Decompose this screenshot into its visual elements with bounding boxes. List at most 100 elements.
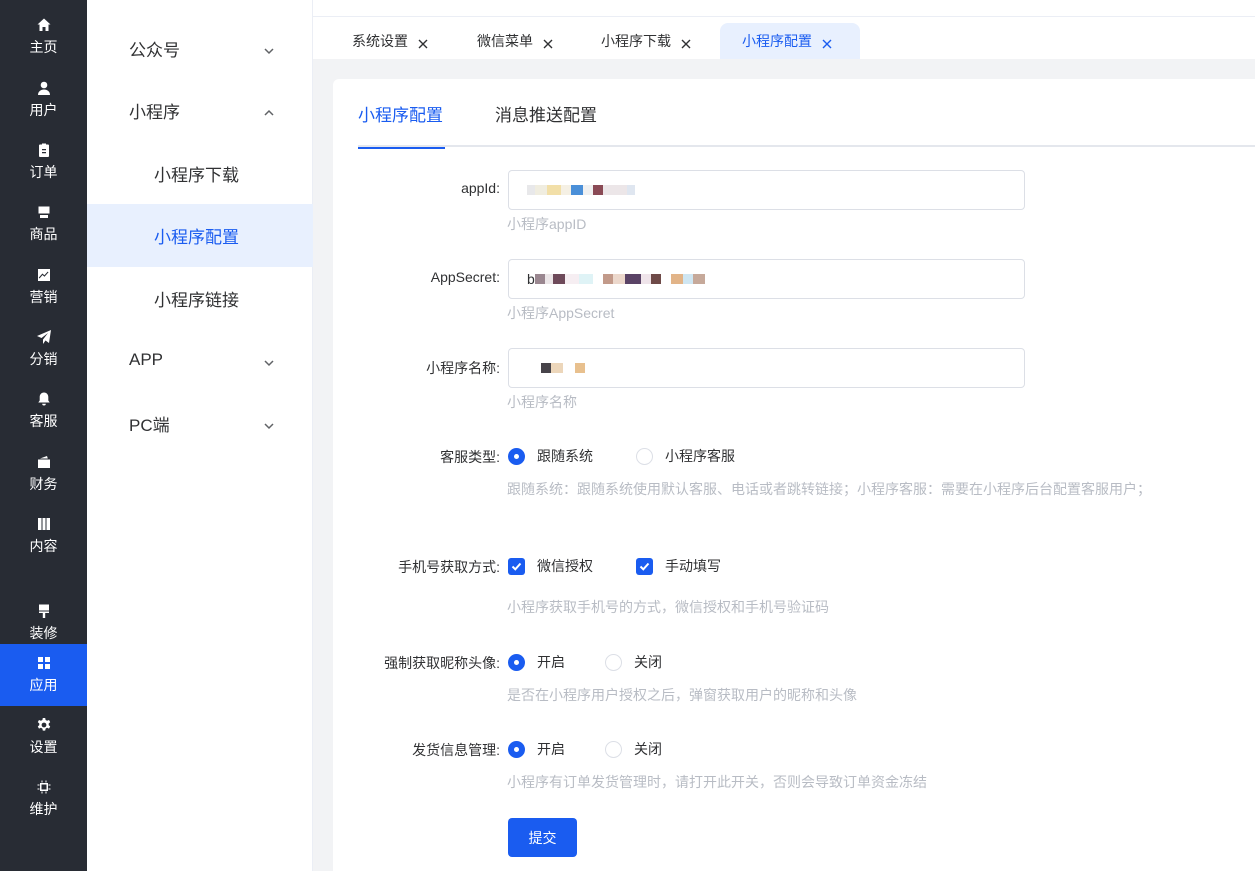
radio-unchecked — [605, 740, 622, 758]
config-tabs: 小程序配置 消息推送配置 — [358, 79, 1255, 149]
wallet-icon — [36, 454, 52, 470]
tab-label: 系统设置 — [352, 33, 408, 49]
tab-label: 微信菜单 — [477, 33, 533, 49]
rail-item-label: 内容 — [29, 538, 58, 554]
masked-value — [527, 185, 635, 195]
rail-item-label: 装修 — [29, 625, 58, 641]
goods-icon — [36, 204, 52, 220]
close-icon[interactable] — [681, 36, 691, 49]
page-tabs-bar: 系统设置 微信菜单 小程序下载 小程序配置 — [313, 17, 1255, 59]
radio-unchecked — [636, 447, 653, 465]
radio-checked — [508, 653, 525, 671]
tab-message-push-config[interactable]: 消息推送配置 — [495, 101, 597, 147]
rail-item-apps[interactable]: 应用 — [0, 644, 87, 706]
submenu-group-miniprogram[interactable]: 小程序 — [87, 79, 313, 141]
submenu-item-label: 小程序下载 — [154, 166, 239, 185]
radio-shipping-off[interactable]: 关闭 — [605, 739, 662, 759]
tab-miniprogram-download[interactable]: 小程序下载 — [579, 23, 705, 59]
tab-label: 小程序配置 — [742, 33, 812, 49]
appid-hint: 小程序appID — [507, 216, 587, 232]
rail-item-settings[interactable]: 设置 — [0, 706, 87, 768]
radio-follow-system[interactable]: 跟随系统 — [508, 446, 593, 466]
rail-item-label: 分销 — [29, 351, 58, 367]
rail-item-home[interactable]: 主页 — [0, 6, 87, 68]
force-avatar-label: 强制获取昵称头像: — [384, 655, 500, 671]
rail-item-label: 用户 — [29, 102, 58, 118]
rail-item-label: 财务 — [29, 476, 58, 492]
name-label: 小程序名称: — [426, 360, 500, 376]
radio-shipping-on[interactable]: 开启 — [508, 739, 565, 759]
submenu-item-label: 小程序配置 — [154, 228, 239, 247]
radio-force-avatar-on[interactable]: 开启 — [508, 652, 565, 672]
checkbox-manual-entry[interactable]: 手动填写 — [636, 556, 721, 576]
rail-item-content[interactable]: 内容 — [0, 505, 87, 567]
brush-icon — [36, 603, 52, 619]
checkbox-wechat-auth[interactable]: 微信授权 — [508, 556, 593, 576]
user-icon — [36, 80, 52, 96]
chevron-down-icon — [263, 354, 275, 367]
submenu-item-config[interactable]: 小程序配置 — [87, 204, 313, 267]
submit-button[interactable]: 提交 — [508, 818, 577, 857]
radio-miniprogram-service[interactable]: 小程序客服 — [636, 446, 735, 466]
grid-icon — [36, 655, 52, 671]
force-avatar-hint: 是否在小程序用户授权之后，弹窗获取用户的昵称和头像 — [507, 687, 857, 703]
close-icon[interactable] — [418, 36, 428, 49]
option-label: 微信授权 — [537, 558, 593, 574]
option-label: 开启 — [537, 741, 565, 757]
rail-item-finance[interactable]: 财务 — [0, 443, 87, 505]
rail-item-label: 商品 — [29, 226, 58, 242]
rail-item-goods[interactable]: 商品 — [0, 193, 87, 255]
submenu-group-official-account[interactable]: 公众号 — [87, 17, 313, 79]
checkbox-checked — [636, 557, 653, 575]
appsecret-label: AppSecret: — [430, 269, 500, 285]
masked-value — [541, 363, 585, 373]
rail-item-marketing[interactable]: 营销 — [0, 256, 87, 318]
rail-item-label: 维护 — [29, 801, 58, 817]
appsecret-hint: 小程序AppSecret — [507, 305, 615, 321]
radio-force-avatar-off[interactable]: 关闭 — [605, 652, 662, 672]
config-card: 小程序配置 消息推送配置 appId: 小程序appID AppSecret: … — [333, 79, 1255, 871]
tab-miniprogram-config[interactable]: 小程序配置 — [720, 23, 860, 59]
home-icon — [36, 17, 52, 33]
appid-input[interactable] — [508, 170, 1025, 210]
option-label: 手动填写 — [665, 558, 721, 574]
rail-item-label: 主页 — [29, 39, 58, 55]
appid-label: appId: — [461, 180, 500, 196]
rail-item-service[interactable]: 客服 — [0, 380, 87, 442]
submenu-group-label: APP — [129, 350, 164, 369]
rail-item-label: 应用 — [29, 677, 58, 693]
rail-item-maintenance[interactable]: 维护 — [0, 768, 87, 830]
rail-item-user[interactable]: 用户 — [0, 69, 87, 131]
submenu-item-download[interactable]: 小程序下载 — [87, 142, 313, 205]
phone-method-hint: 小程序获取手机号的方式，微信授权和手机号验证码 — [507, 599, 829, 615]
close-icon[interactable] — [543, 36, 553, 49]
option-label: 开启 — [537, 654, 565, 670]
submenu-item-link[interactable]: 小程序链接 — [87, 267, 313, 330]
close-icon[interactable] — [822, 36, 832, 49]
submenu-group-app[interactable]: APP — [87, 329, 313, 391]
bell-icon — [36, 391, 52, 407]
main-nav-rail: 主页 用户 订单 商品 营销 分销 客服 财务 内容 装修 应用 设置 维护 — [0, 0, 87, 871]
tab-wechat-menu[interactable]: 微信菜单 — [455, 23, 567, 59]
radio-checked — [508, 740, 525, 758]
name-input[interactable] — [508, 348, 1025, 388]
appsecret-input[interactable]: b — [508, 259, 1025, 299]
rail-item-label: 设置 — [29, 739, 58, 755]
checkbox-checked — [508, 557, 525, 575]
radio-checked — [508, 447, 525, 465]
book-icon — [36, 516, 52, 532]
phone-method-label: 手机号获取方式: — [398, 559, 500, 575]
chevron-up-icon — [263, 104, 275, 116]
clipboard-icon — [36, 142, 52, 158]
rail-item-label: 营销 — [29, 289, 58, 305]
top-header — [313, 0, 1255, 17]
rail-item-label: 订单 — [29, 164, 58, 180]
tab-system-settings[interactable]: 系统设置 — [330, 23, 442, 59]
submenu-group-pc[interactable]: PC端 — [87, 392, 313, 454]
rail-item-distribution[interactable]: 分销 — [0, 318, 87, 380]
rail-item-order[interactable]: 订单 — [0, 131, 87, 193]
tab-miniprogram-config-inner[interactable]: 小程序配置 — [358, 101, 445, 149]
option-label: 小程序客服 — [665, 448, 735, 464]
name-hint: 小程序名称 — [507, 394, 577, 410]
option-label: 关闭 — [634, 654, 662, 670]
